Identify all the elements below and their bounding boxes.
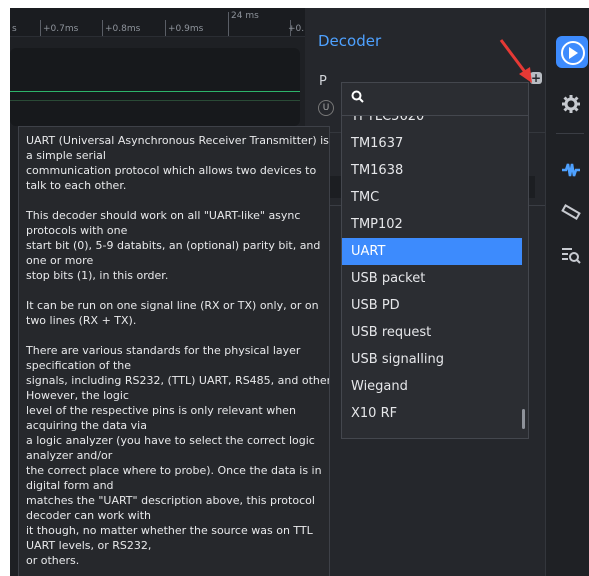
decoder-option[interactable]: USB signalling [342, 346, 522, 373]
tooltip-line: one or more [26, 254, 94, 267]
right-toolbar [545, 8, 589, 576]
decoder-option[interactable]: USB packet [342, 265, 522, 292]
tooltip-line: There are various standards for the phys… [26, 344, 301, 357]
tooltip-line: It can be run on one signal line (RX or … [26, 299, 319, 312]
search-input[interactable] [342, 83, 528, 116]
ruler-label: +0.9ms [168, 24, 204, 34]
tooltip-line: a simple serial [26, 149, 106, 162]
tooltip-line: a logic analyzer (you have to select the… [26, 434, 315, 447]
ruler-tick [102, 20, 103, 36]
decoder-option[interactable]: TMP102 [342, 211, 522, 238]
tooltip-line: protocols with one [26, 224, 128, 237]
decoder-option[interactable]: TM1638 [342, 157, 522, 184]
decoder-description-tooltip: UART (Universal Asynchronous Receiver Tr… [18, 126, 330, 576]
protocol-label: P [319, 74, 327, 89]
waveform-icon[interactable] [560, 162, 582, 183]
decoder-option[interactable]: Wiegand [342, 373, 522, 400]
tooltip-line [26, 283, 322, 298]
tooltip-line: digital form and [26, 479, 114, 492]
time-ruler[interactable]: s +0.7ms +0.8ms +0.9ms 24 ms +0. [10, 8, 305, 37]
signal-line [10, 91, 300, 92]
tooltip-line: This decoder should work on all "UART-li… [26, 209, 301, 222]
decoder-option[interactable]: UART [342, 238, 522, 265]
tooltip-line: two lines (RX + TX). [26, 314, 137, 327]
tooltip-line: decoder can work with [26, 509, 152, 522]
tooltip-line: signals, including RS232, (TTL) UART, RS… [26, 374, 330, 387]
ruler-icon[interactable] [560, 204, 582, 225]
tooltip-line: analyzer and/or [26, 449, 113, 462]
search-list-icon[interactable] [560, 246, 582, 269]
search-icon [351, 90, 364, 103]
tooltip-line: the correct place where to probe). Once … [26, 464, 322, 477]
tooltip-line: level of the respective pins is only rel… [26, 404, 296, 417]
ruler-tick [228, 12, 229, 36]
tooltip-line: it though, no matter whether the source … [26, 524, 313, 537]
decoder-option[interactable]: USB request [342, 319, 522, 346]
tooltip-line: stop bits (1), in this order. [26, 269, 169, 282]
decoder-list[interactable]: TI TLC5620 TM1637 TM1638 TMC TMP102 UART USB … [342, 116, 522, 438]
play-icon [569, 47, 578, 59]
divider [556, 133, 584, 134]
app-window: s +0.7ms +0.8ms +0.9ms 24 ms +0. Decoder… [10, 8, 589, 576]
decoder-option[interactable]: X10 RF [342, 400, 522, 427]
tooltip-line: talk to each other. [26, 179, 127, 192]
ruler-tick [40, 20, 41, 36]
decoder-dropdown[interactable]: TI TLC5620 TM1637 TM1638 TMC TMP102 UART USB … [341, 82, 529, 439]
decoder-option[interactable]: TMC [342, 184, 522, 211]
tooltip-line: start bit (0), 5-9 databits, an (optiona… [26, 239, 321, 252]
decoder-badge[interactable]: U [318, 100, 334, 116]
tooltip-line: However, the logic [26, 389, 129, 402]
scrollbar[interactable] [522, 409, 525, 429]
ruler-label: +0.7ms [43, 24, 79, 34]
ruler-label: +0. [288, 24, 305, 34]
tooltip-line [26, 328, 322, 343]
list-item-partial[interactable]: TI TLC5620 [342, 116, 522, 130]
run-button[interactable] [556, 36, 588, 68]
ruler-tick [165, 20, 166, 36]
signal-line [10, 100, 300, 101]
tooltip-line: communication protocol which allows two … [26, 164, 317, 177]
ruler-label: +0.8ms [105, 24, 141, 34]
tooltip-line: acquiring the data via [26, 419, 147, 432]
tooltip-line [26, 193, 322, 208]
red-arrow-annotation [499, 39, 532, 83]
decoder-option[interactable]: TM1637 [342, 130, 522, 157]
gear-icon[interactable] [560, 94, 582, 119]
tooltip-line: specification of the [26, 359, 132, 372]
decoder-option[interactable]: USB PD [342, 292, 522, 319]
panel-title: Decoder [318, 32, 382, 50]
tooltip-line: UART levels, or RS232, [26, 539, 152, 552]
tooltip-line: or others. [26, 554, 80, 567]
ruler-label: s [12, 24, 17, 34]
tooltip-line: matches the "UART" description above, th… [26, 494, 315, 507]
tooltip-line: UART (Universal Asynchronous Receiver Tr… [26, 134, 329, 147]
signal-trace[interactable] [10, 48, 300, 126]
ruler-label: 24 ms [231, 11, 259, 21]
